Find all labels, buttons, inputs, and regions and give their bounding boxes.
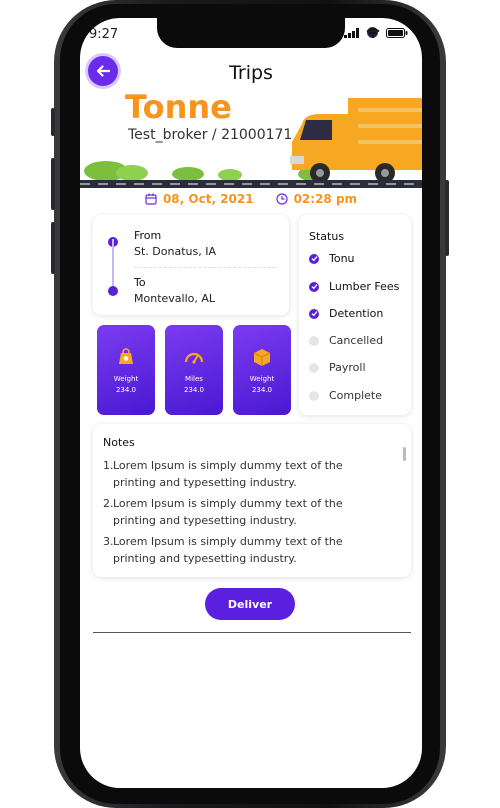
route-divider — [134, 267, 276, 268]
deliver-button[interactable]: Deliver — [205, 588, 295, 620]
status-item-complete[interactable]: Complete — [309, 389, 382, 402]
status-item-payroll[interactable]: Payroll — [309, 361, 366, 374]
signal-icon — [344, 28, 359, 38]
app-screen: 9:27 Trips Tonne Test_broker / 21000171 … — [80, 18, 422, 788]
status-item-lumber-fees[interactable]: Lumber Fees — [309, 280, 399, 293]
trip-time: 02:28 pm — [275, 192, 358, 206]
bottom-divider — [93, 632, 411, 633]
metric-label: Weight — [249, 375, 275, 383]
status-card: Status Tonu Lumber Fees Detention Cancel… — [299, 215, 411, 415]
check-icon — [309, 308, 319, 319]
trip-date-text: 08, Oct, 2021 — [162, 192, 254, 206]
notes-title: Notes — [103, 436, 135, 449]
from-label: From — [134, 229, 162, 242]
status-time: 9:27 — [89, 27, 119, 42]
pending-dot-icon — [309, 362, 319, 373]
note-text: Lorem Ipsum is simply dummy text of the … — [113, 535, 343, 565]
pending-dot-icon — [309, 335, 319, 346]
metric-label: Weight — [113, 375, 139, 383]
notes-card[interactable]: Notes 1. Lorem Ipsum is simply dummy tex… — [93, 424, 411, 577]
power-button — [445, 180, 449, 256]
note-number: 1. — [103, 459, 114, 472]
metric-card-weight: Weight 234.0 — [97, 325, 155, 415]
speedometer-icon — [184, 352, 204, 364]
from-value: St. Donatus, IA — [134, 245, 216, 258]
volume-up-button — [51, 158, 55, 210]
status-item-detention[interactable]: Detention — [309, 307, 383, 320]
package-icon — [253, 349, 271, 366]
trip-date: 08, Oct, 2021 — [145, 192, 254, 206]
note-number: 2. — [103, 497, 114, 510]
to-value: Montevallo, AL — [134, 292, 216, 305]
page-title: Trips — [229, 62, 273, 84]
status-item-label: Tonu — [329, 252, 355, 265]
notes-scrollbar[interactable] — [403, 447, 406, 461]
weight-icon — [119, 348, 133, 364]
status-item-label: Payroll — [329, 361, 366, 374]
note-text: Lorem Ipsum is simply dummy text of the … — [113, 497, 343, 527]
status-item-tonu[interactable]: Tonu — [309, 252, 355, 265]
metric-card-miles: Miles 234.0 — [165, 325, 223, 415]
note-number: 3. — [103, 535, 114, 548]
brand-name: Tonne — [125, 88, 232, 126]
status-title: Status — [309, 230, 345, 243]
destination-dot — [108, 286, 118, 296]
status-icons — [344, 28, 408, 38]
route-line — [112, 239, 114, 291]
status-item-label: Cancelled — [329, 334, 384, 347]
note-item: 1. Lorem Ipsum is simply dummy text of t… — [103, 457, 383, 491]
note-item: 2. Lorem Ipsum is simply dummy text of t… — [103, 495, 383, 529]
trip-time-text: 02:28 pm — [293, 192, 358, 206]
mute-switch — [51, 108, 55, 136]
status-item-label: Detention — [329, 307, 384, 320]
metric-value: 234.0 — [183, 386, 205, 394]
note-text: Lorem Ipsum is simply dummy text of the … — [113, 459, 343, 489]
status-item-label: Complete — [329, 389, 383, 402]
status-item-label: Lumber Fees — [329, 280, 400, 293]
clock-icon — [275, 193, 288, 205]
trip-datetime: 08, Oct, 2021 02:28 pm — [80, 192, 422, 206]
battery-icon — [386, 28, 408, 38]
metric-value: 234.0 — [115, 386, 137, 394]
check-icon — [309, 281, 319, 292]
status-item-cancelled[interactable]: Cancelled — [309, 334, 383, 347]
metric-value: 234.0 — [251, 386, 273, 394]
broker-info: Test_broker / 21000171 — [128, 127, 293, 143]
check-icon — [309, 253, 319, 264]
to-label: To — [134, 276, 146, 289]
route-card: From St. Donatus, IA To Montevallo, AL — [93, 215, 289, 315]
calendar-icon — [145, 193, 157, 205]
wifi-icon — [366, 28, 380, 38]
volume-down-button — [51, 222, 55, 274]
metric-label: Miles — [185, 375, 203, 383]
note-item: 3. Lorem Ipsum is simply dummy text of t… — [103, 533, 383, 567]
pending-dot-icon — [309, 390, 319, 401]
metric-card-weight-2: Weight 234.0 — [233, 325, 291, 415]
notch — [157, 18, 378, 48]
